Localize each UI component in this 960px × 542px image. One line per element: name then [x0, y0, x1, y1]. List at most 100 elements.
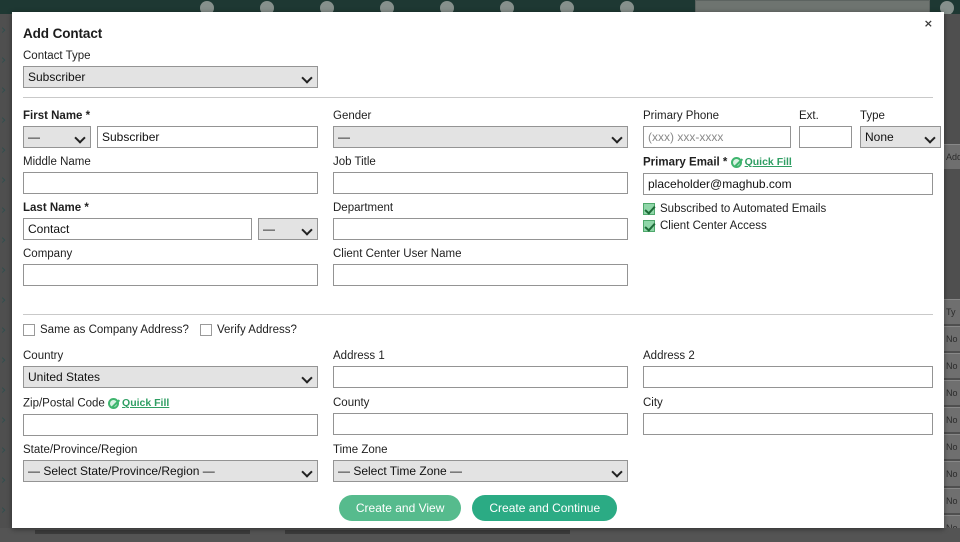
close-icon[interactable]: × — [921, 16, 936, 32]
contact-type-label: Contact Type — [23, 50, 91, 62]
background-table-cell: Ty — [944, 299, 960, 324]
background-chevron-icon: › — [1, 473, 7, 488]
last-name-suffix-wrap: — — [258, 218, 318, 240]
subscribed-automated-emails-label: Subscribed to Automated Emails — [660, 203, 827, 215]
state-province-region-group: State/Province/Region — Select State/Pro… — [23, 443, 318, 482]
state-province-region-label: State/Province/Region — [23, 444, 138, 456]
primary-phone-label: Primary Phone — [643, 110, 720, 122]
time-zone-label: Time Zone — [333, 444, 388, 456]
country-select[interactable]: United States — [23, 366, 318, 388]
time-zone-select[interactable]: — Select Time Zone — — [333, 460, 628, 482]
first-name-prefix-wrap: — — [23, 126, 91, 148]
same-as-company-address-row[interactable]: Same as Company Address? — [23, 324, 189, 336]
gender-group: Gender — — [333, 109, 628, 148]
contact-type-select[interactable]: Subscriber — [23, 66, 318, 88]
verify-address-checkbox[interactable] — [199, 324, 212, 336]
background-chevron-icon: › — [1, 353, 7, 368]
background-table-cell: No — [944, 380, 960, 405]
background-table-cell: No — [944, 461, 960, 486]
background-table-cell: No — [944, 488, 960, 513]
primary-phone-input[interactable] — [643, 126, 791, 148]
middle-name-group: Middle Name — [23, 155, 318, 194]
gender-select[interactable]: — — [333, 126, 628, 148]
time-zone-group: Time Zone — Select Time Zone — — [333, 443, 628, 482]
zip-quick-fill[interactable]: Quick Fill — [108, 396, 169, 410]
modal-footer: Create and View Create and Continue — [12, 495, 944, 521]
address-1-group: Address 1 — [333, 349, 628, 388]
subscribed-automated-emails-checkbox[interactable] — [643, 203, 655, 215]
job-title-input[interactable] — [333, 172, 628, 194]
country-label: Country — [23, 350, 64, 362]
first-name-input[interactable] — [97, 126, 318, 148]
client-center-access-row[interactable]: Client Center Access — [643, 220, 826, 232]
create-and-view-button[interactable]: Create and View — [338, 495, 462, 521]
address-1-input[interactable] — [333, 366, 628, 388]
background-bottom-strip — [0, 528, 960, 542]
quick-fill-icon — [108, 397, 120, 409]
zip-postal-code-label: Zip/Postal Code Quick Fill — [23, 396, 318, 411]
background-table-cell: Add — [944, 144, 960, 169]
background-table-cell: No — [944, 353, 960, 378]
client-center-user-name-group: Client Center User Name — [333, 247, 628, 286]
divider-address — [23, 314, 933, 315]
background-chevron-icon: › — [1, 23, 7, 38]
ext-input[interactable] — [799, 126, 852, 148]
background-chevron-icon: › — [1, 83, 7, 98]
city-label: City — [643, 397, 663, 409]
company-input[interactable] — [23, 264, 318, 286]
gender-select-wrap: — — [333, 126, 628, 148]
background-chevron-icon: › — [1, 143, 7, 158]
primary-email-input[interactable] — [643, 172, 933, 195]
zip-quick-fill-label[interactable]: Quick Fill — [122, 396, 169, 410]
zip-postal-code-input[interactable] — [23, 413, 318, 436]
city-input[interactable] — [643, 413, 933, 435]
primary-email-label-text: Primary Email * — [643, 156, 728, 169]
last-name-input[interactable] — [23, 218, 252, 240]
first-name-group: First Name * — — [23, 109, 318, 148]
background-chevron-icon: › — [1, 323, 7, 338]
name-prefix-select[interactable]: — — [23, 126, 91, 148]
verify-address-row[interactable]: Verify Address? — [199, 324, 297, 336]
client-center-access-label: Client Center Access — [660, 220, 767, 232]
background-table-cell: No — [944, 434, 960, 459]
company-group: Company — [23, 247, 318, 286]
primary-email-quick-fill[interactable]: Quick Fill — [730, 155, 792, 169]
county-group: County — [333, 396, 628, 435]
first-name-label: First Name * — [23, 110, 91, 122]
address-1-label: Address 1 — [333, 350, 385, 362]
address-2-label: Address 2 — [643, 350, 695, 362]
primary-phone-group: Primary Phone — [643, 109, 791, 148]
same-as-company-address-label: Same as Company Address? — [40, 324, 189, 336]
background-chevron-icon: › — [1, 293, 7, 308]
state-province-region-select[interactable]: — Select State/Province/Region — — [23, 460, 318, 482]
phone-type-select[interactable]: None — [860, 126, 941, 148]
department-input[interactable] — [333, 218, 628, 240]
department-label: Department — [333, 202, 394, 214]
client-center-user-name-input[interactable] — [333, 264, 628, 286]
ext-label: Ext. — [799, 110, 819, 122]
subscribed-automated-emails-row[interactable]: Subscribed to Automated Emails — [643, 203, 826, 215]
client-center-access-checkbox[interactable] — [643, 220, 655, 232]
name-suffix-select[interactable]: — — [258, 218, 318, 240]
county-input[interactable] — [333, 413, 628, 435]
phone-row-group: Primary Phone Ext. Type None — [643, 109, 941, 148]
phone-type-group: Type None — [860, 109, 941, 148]
background-chevron-icon: › — [1, 503, 7, 518]
add-contact-modal: × Add Contact Contact Type Subscriber Fi… — [12, 12, 944, 528]
background-left-rail: › › › › › › › › › › › › › › › › › — [0, 14, 12, 542]
phone-type-label: Type — [860, 110, 885, 122]
quick-fill-label[interactable]: Quick Fill — [745, 155, 792, 169]
middle-name-input[interactable] — [23, 172, 318, 194]
background-chevron-icon: › — [1, 173, 7, 188]
address-2-input[interactable] — [643, 366, 933, 388]
client-center-user-name-label: Client Center User Name — [333, 248, 462, 260]
background-bottom-chip — [285, 530, 570, 534]
background-chevron-icon: › — [1, 113, 7, 128]
same-as-company-address-checkbox[interactable] — [23, 324, 35, 336]
primary-email-group: Primary Email * Quick Fill — [643, 155, 933, 195]
background-chevron-icon: › — [1, 443, 7, 458]
create-and-continue-button[interactable]: Create and Continue — [472, 495, 618, 521]
state-select-wrap: — Select State/Province/Region — — [23, 460, 318, 482]
last-name-label: Last Name * — [23, 202, 89, 214]
time-zone-select-wrap: — Select Time Zone — — [333, 460, 628, 482]
